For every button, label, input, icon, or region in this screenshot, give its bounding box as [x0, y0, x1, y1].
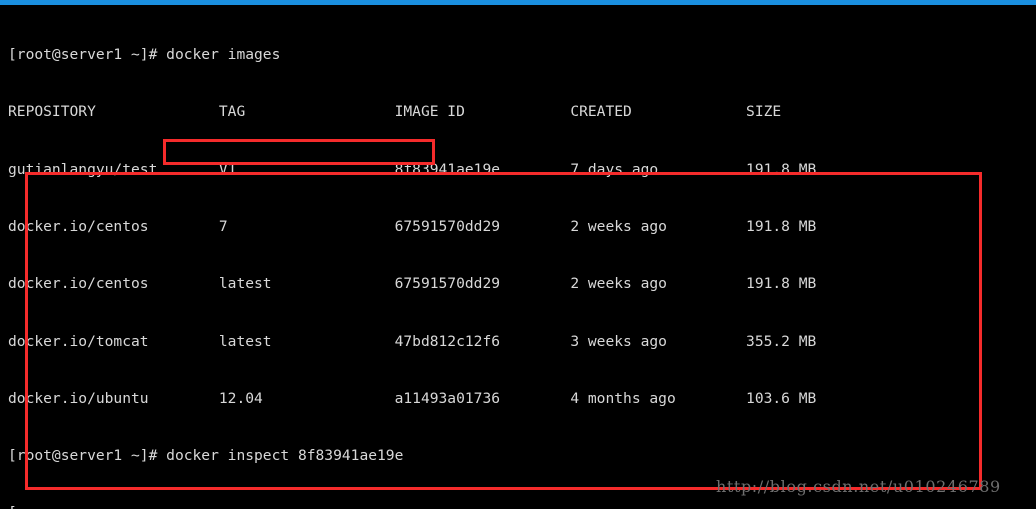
shell-prompt-1: [root@server1 ~]# [8, 46, 167, 64]
prompt-line-1: [root@server1 ~]# docker images [8, 45, 1032, 64]
window-titlebar [0, 0, 1036, 5]
command-docker-images: docker images [166, 46, 281, 64]
terminal-output[interactable]: [root@server1 ~]# docker images REPOSITO… [8, 7, 1032, 509]
table-row: docker.io/tomcat latest 47bd812c12f6 3 w… [8, 332, 817, 350]
prompt-line-2: [root@server1 ~]# docker inspect 8f83941… [8, 446, 1032, 465]
table-row: gutianlangyu/test V1 8f83941ae19e 7 days… [8, 160, 817, 178]
table-row: docker.io/centos 7 67591570dd29 2 weeks … [8, 218, 817, 236]
command-docker-inspect: docker inspect 8f83941ae19e [166, 447, 404, 465]
shell-prompt-2: [root@server1 ~]# [8, 447, 167, 465]
table-row: docker.io/ubuntu 12.04 a11493a01736 4 mo… [8, 389, 817, 407]
table-row: docker.io/centos latest 67591570dd29 2 w… [8, 275, 817, 293]
json-line: [ [8, 503, 1032, 509]
images-table-header: REPOSITORY TAG IMAGE ID CREATED SIZE [8, 103, 782, 121]
terminal-window: [root@server1 ~]# docker images REPOSITO… [0, 0, 1036, 509]
watermark: http://blog.csdn.net/u010246789 [716, 477, 1001, 496]
